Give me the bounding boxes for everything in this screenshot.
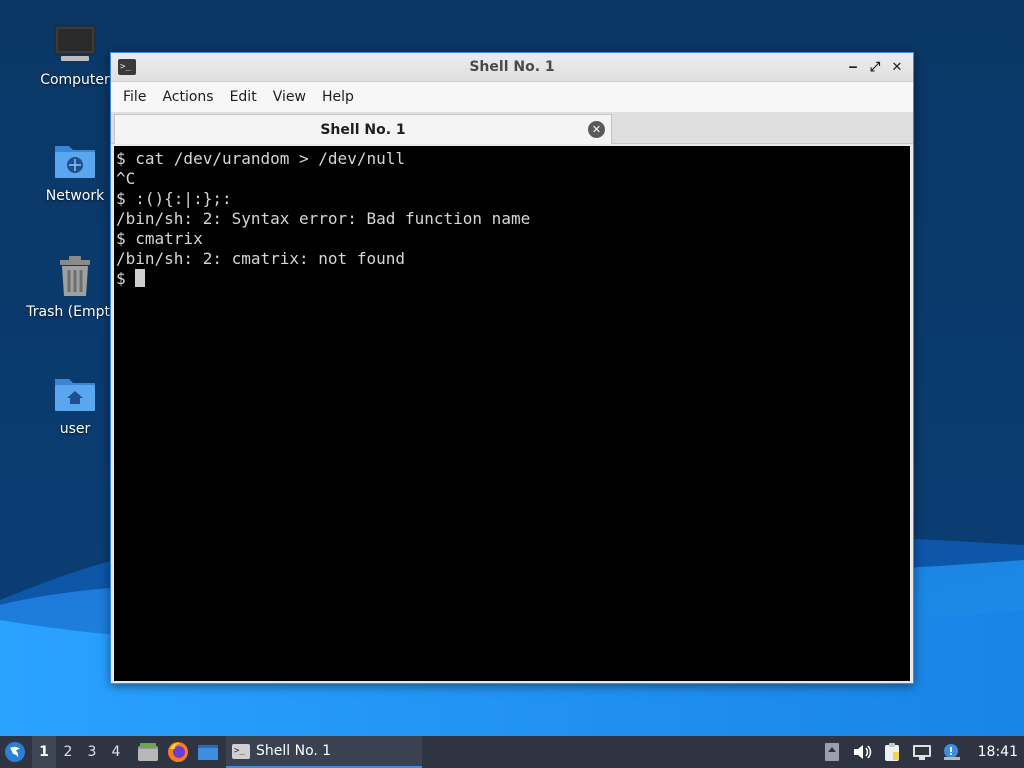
menu-file[interactable]: File bbox=[115, 82, 154, 112]
workspace-2[interactable]: 2 bbox=[56, 736, 80, 768]
workspace-4[interactable]: 4 bbox=[104, 736, 128, 768]
maximize-button[interactable]: ⤢ bbox=[865, 57, 885, 77]
home-folder-icon bbox=[53, 371, 97, 415]
desktop-icon bbox=[198, 745, 218, 760]
menu-help[interactable]: Help bbox=[314, 82, 362, 112]
window-titlebar[interactable]: >_ Shell No. 1 ‒ ⤢ ✕ bbox=[111, 53, 913, 82]
show-desktop-launcher[interactable] bbox=[196, 740, 220, 764]
menu-actions[interactable]: Actions bbox=[154, 82, 221, 112]
start-menu-icon bbox=[5, 742, 25, 762]
tab-label: Shell No. 1 bbox=[320, 121, 406, 138]
tab-bar: Shell No. 1 ✕ bbox=[111, 112, 913, 144]
workspace-1[interactable]: 1 bbox=[32, 736, 56, 768]
network-display-icon[interactable] bbox=[912, 742, 932, 762]
terminal-line: $ cmatrix bbox=[116, 229, 203, 248]
terminal-window[interactable]: >_ Shell No. 1 ‒ ⤢ ✕ File Actions Edit V… bbox=[110, 52, 914, 684]
workspace-3[interactable]: 3 bbox=[80, 736, 104, 768]
window-controls: ‒ ⤢ ✕ bbox=[843, 57, 907, 77]
terminal-task-icon: >_ bbox=[232, 743, 250, 759]
terminal-prompt-line: $ bbox=[116, 269, 908, 289]
tab-close-icon[interactable]: ✕ bbox=[588, 121, 605, 138]
clipboard-icon[interactable] bbox=[882, 742, 902, 762]
network-folder-icon bbox=[53, 138, 97, 182]
tab-shell-1[interactable]: Shell No. 1 ✕ bbox=[114, 114, 612, 144]
menu-bar: File Actions Edit View Help bbox=[111, 82, 913, 112]
start-menu-button[interactable] bbox=[0, 736, 30, 768]
terminal-line: $ :(){:|:};: bbox=[116, 189, 232, 208]
firefox-icon bbox=[168, 742, 188, 762]
trash-icon bbox=[53, 254, 97, 298]
update-notify-icon[interactable] bbox=[942, 742, 962, 762]
task-label: Shell No. 1 bbox=[256, 743, 332, 759]
minimize-button[interactable]: ‒ bbox=[843, 57, 863, 77]
text-cursor bbox=[135, 269, 146, 287]
menu-view[interactable]: View bbox=[265, 82, 314, 112]
workspace-switcher: 1 2 3 4 bbox=[32, 736, 128, 768]
upload-arrow-icon[interactable] bbox=[822, 742, 842, 762]
clock[interactable]: 18:41 bbox=[978, 744, 1018, 760]
file-manager-icon bbox=[138, 743, 158, 761]
terminal-output[interactable]: $ cat /dev/urandom > /dev/null ^C $ :(){… bbox=[114, 146, 910, 681]
volume-icon[interactable] bbox=[852, 742, 872, 762]
terminal-prompt: $ bbox=[116, 269, 136, 288]
terminal-line: /bin/sh: 2: cmatrix: not found bbox=[116, 249, 405, 268]
terminal-line: $ cat /dev/urandom > /dev/null bbox=[116, 149, 405, 168]
quick-launch bbox=[136, 740, 220, 764]
computer-icon bbox=[53, 22, 97, 66]
terminal-app-icon: >_ bbox=[118, 59, 136, 75]
taskbar: 1 2 3 4 >_ Shell No. 1 18:41 bbox=[0, 736, 1024, 768]
file-manager-launcher[interactable] bbox=[136, 740, 160, 764]
system-tray: 18:41 bbox=[822, 736, 1024, 768]
terminal-line: ^C bbox=[116, 169, 136, 188]
window-title: Shell No. 1 bbox=[469, 59, 555, 75]
taskbar-task-shell[interactable]: >_ Shell No. 1 bbox=[226, 736, 422, 768]
menu-edit[interactable]: Edit bbox=[222, 82, 265, 112]
firefox-launcher[interactable] bbox=[166, 740, 190, 764]
terminal-line: /bin/sh: 2: Syntax error: Bad function n… bbox=[116, 209, 531, 228]
close-button[interactable]: ✕ bbox=[887, 57, 907, 77]
